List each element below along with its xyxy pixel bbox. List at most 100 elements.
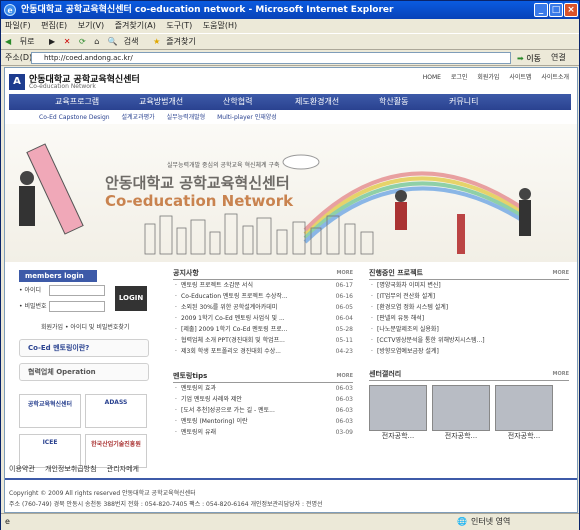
footer-privacy-link[interactable]: 개인정보취급방침 [45,465,97,473]
main-nav: 교육프로그램 교육방법개선 산학협력 제도환경개선 학산활동 커뮤니티 [9,94,571,110]
nav-item-education[interactable]: 교육프로그램 [55,94,99,110]
gallery-captions: 전자공학... 전자공학... 전자공학... [369,431,569,441]
nav-item-activity[interactable]: 학산활동 [379,94,408,110]
left-column: members login • 아이디 • 비밀번호 LOGIN 회원가입 • … [19,270,149,468]
gallery-caption[interactable]: 전자공학... [495,431,553,441]
notice-item-date: 06-05 [335,304,353,311]
tips-item-title: [도서 추천]성공으로 가는 길 - 멘토... [181,407,275,414]
go-label: 이동 [526,54,541,63]
gallery-caption[interactable]: 전자공학... [369,431,427,441]
toolbar: ◀ 뒤로 ▶ ✕ ⟳ ⌂ 🔍 검색 ★ 즐겨찾기 [1,33,579,50]
favorites-button[interactable]: ★ 즐겨찾기 [153,34,202,50]
gallery-caption[interactable]: 전자공학... [432,431,490,441]
banner-icee[interactable]: ICEE [19,434,81,468]
tips-item[interactable]: 멘토링 (Mentoring) 이란 06-03 [173,416,353,427]
menu-view[interactable]: 보기(V) [74,19,108,33]
login-button[interactable]: LOGIN [115,286,147,311]
mentoring-about-box[interactable]: Co-Ed 멘토링이란? [19,339,149,357]
project-item[interactable]: [방향오염예보금장 설계] [369,346,569,357]
menu-help[interactable]: 도움말(H) [199,19,241,33]
search-button[interactable]: 🔍 검색 [108,34,145,50]
title-bar: e 안동대학교 공학교육혁신센터 co-education network - … [1,1,579,19]
notice-item[interactable]: 멘토링 프로젝트 소감문 서식 06-17 [173,280,353,291]
back-button[interactable]: ◀ 뒤로 [5,34,40,50]
nav-item-industry[interactable]: 산학협력 [223,94,252,110]
tips-item[interactable]: [도서 추천]성공으로 가는 길 - 멘토... 06-03 [173,405,353,416]
minimize-button[interactable]: _ [534,3,548,17]
subnav-capstone[interactable]: Co-Ed Capstone Design [39,114,110,121]
site-logo-icon[interactable]: A [9,74,25,90]
home-icon[interactable]: ⌂ [94,34,99,50]
tips-more-link[interactable]: MORE [337,371,354,382]
stop-icon[interactable]: ✕ [64,34,71,50]
notice-item[interactable]: [제출] 2009 1학기 Co-Ed 멘토링 프로... 05-28 [173,324,353,335]
close-button[interactable]: × [564,3,578,17]
partner-box[interactable]: 협력업체 Operation [19,363,149,381]
project-item[interactable]: [나노분말제조의 실용화] [369,324,569,335]
refresh-icon[interactable]: ⟳ [79,34,86,50]
nav-item-method[interactable]: 교육방법개선 [139,94,183,110]
notice-item[interactable]: Co-Education 멘토링 프로젝트 수상작... 06-16 [173,291,353,302]
gallery-thumb[interactable] [495,385,553,431]
address-input[interactable]: http://coed.andong.ac.kr/ [31,52,511,64]
notice-item-title: [제출] 2009 1학기 Co-Ed 멘토링 프로... [181,326,288,333]
subnav-eval[interactable]: 설계교과평가 [122,114,155,121]
tips-item[interactable]: 멘토링의 유래 03-09 [173,427,353,438]
gallery-more-link[interactable]: MORE [553,369,570,380]
links-label[interactable]: 연결 [551,50,566,65]
toplink-home[interactable]: HOME [423,74,441,81]
toplink-about[interactable]: 사이트소개 [541,74,569,81]
footer-terms-link[interactable]: 이용약관 [9,465,35,473]
project-item[interactable]: [환경오염 정화 시스템 설계] [369,302,569,313]
subnav-multiplayer[interactable]: Multi-player 인재양성 [217,114,277,121]
toplink-login[interactable]: 로그인 [451,74,468,81]
go-button[interactable]: ➡ 이동 [517,51,541,66]
project-item-title: [CCTV영상분석을 통한 위해방지시스템...] [377,337,485,344]
notice-item-title: 멘토링 프로젝트 소감문 서식 [181,282,253,289]
projects-more-link[interactable]: MORE [553,268,570,279]
project-item[interactable]: [판넬의 유동 해석] [369,313,569,324]
tips-list: 멘토링의 효과06-03기업 멘토링 사례와 제안06-03[도서 추천]성공으… [173,383,353,438]
project-item[interactable]: [CCTV영상분석을 통한 위해방지시스템...] [369,335,569,346]
maximize-button[interactable]: □ [549,3,563,17]
go-arrow-icon: ➡ [517,54,524,63]
notice-item[interactable]: 2009 1학기 Co-Ed 멘토링 사업식 및 ... 06-04 [173,313,353,324]
projects-list: [명양국화차 이미지 변신] [IT업무의 전산화 설계] [환경오염 정화 시스템… [369,280,569,357]
notice-item-date: 05-28 [335,326,353,333]
banner-kiat[interactable]: 한국산업기술진흥원 [85,434,147,468]
tips-item[interactable]: 기업 멘토링 사례와 제안 06-03 [173,394,353,405]
login-id-label: • 아이디 [19,287,42,294]
forward-button[interactable]: ▶ [49,34,55,50]
login-id-input[interactable] [49,285,105,296]
login-pw-input[interactable] [49,301,105,312]
menu-edit[interactable]: 편집(E) [37,19,71,33]
footer-admin-link[interactable]: 관리자메게 [107,465,139,473]
nav-item-community[interactable]: 커뮤니티 [449,94,478,110]
project-item-title: [판넬의 유동 해석] [377,315,425,322]
toplink-join[interactable]: 회원가입 [477,74,499,81]
menu-file[interactable]: 파일(F) [1,19,35,33]
gallery-thumbs [369,385,569,431]
notice-item[interactable]: 소외된 30%를 위한 공학설계아카데미 06-05 [173,302,353,313]
banner-coed[interactable]: 공학교육혁신센터 [19,394,81,428]
menu-favorites[interactable]: 즐겨찾기(A) [111,19,160,33]
project-item[interactable]: [IT업무의 전산화 설계] [369,291,569,302]
notice-item[interactable]: 제3회 학생 포트폴리오 경진대회 수상... 04-23 [173,346,353,357]
menu-tools[interactable]: 도구(T) [162,19,196,33]
nav-item-system[interactable]: 제도환경개선 [295,94,339,110]
notice-item[interactable]: 협력업체 소개 PPT(경진대회 및 학업프... 05-11 [173,335,353,346]
login-links[interactable]: 회원가입 • 아이디 및 비밀번호찾기 [19,322,149,331]
banner-adass[interactable]: ADASS [85,394,147,428]
gallery-thumb[interactable] [369,385,427,431]
subnav-practical[interactable]: 실무능력개발형 [167,114,206,121]
project-item[interactable]: [명양국화차 이미지 변신] [369,280,569,291]
tips-item[interactable]: 멘토링의 효과 06-03 [173,383,353,394]
ie-logo-icon: e [4,4,16,16]
footer: 이용약관 개인정보취급방침 관리자메게 Copyright © 2009 All… [5,465,577,512]
gallery-thumb[interactable] [432,385,490,431]
notice-more-link[interactable]: MORE [337,268,354,279]
notice-item-title: 2009 1학기 Co-Ed 멘토링 사업식 및 ... [181,315,285,322]
toplink-sitemap[interactable]: 사이트맵 [509,74,531,81]
notice-item-title: 협력업체 소개 PPT(경진대회 및 학업프... [181,337,285,344]
project-item-title: [IT업무의 전산화 설계] [377,293,436,300]
